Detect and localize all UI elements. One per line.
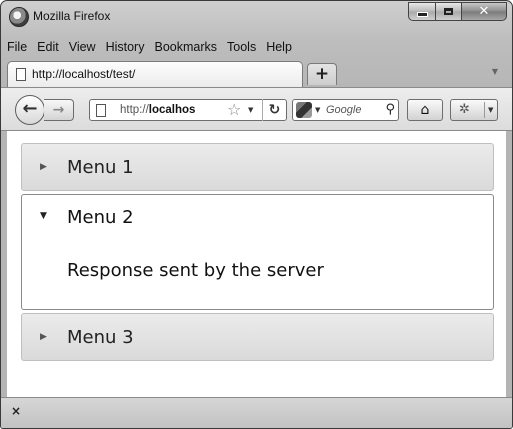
menu-bookmarks[interactable]: Bookmarks [149,37,222,57]
menu-help[interactable]: Help [261,37,297,57]
url-bar[interactable]: http://localhos ☆ ▼ ↻ [89,99,287,121]
site-identity-icon [96,104,106,117]
window-title: Mozilla Firefox [33,9,111,23]
triangle-right-icon: ▶ [40,162,47,172]
addon-gear-icon: ✲ [459,102,470,117]
accordion-header-menu-2[interactable]: ▼ Menu 2 [21,194,494,238]
tab-localhost[interactable]: http://localhost/test/ [7,61,303,87]
menu-bar: File Edit View History Bookmarks Tools H… [1,37,512,57]
window-controls: ✕ [408,2,507,24]
menu-edit[interactable]: Edit [32,37,64,57]
status-bar: × [1,397,512,428]
triangle-right-icon: ▶ [40,332,47,342]
menu-tools[interactable]: Tools [222,37,261,57]
menu-view[interactable]: View [64,37,101,57]
tab-list-chevron-down-icon[interactable]: ▼ [492,67,498,76]
arrow-right-icon: → [52,102,65,118]
minimize-icon [416,12,428,17]
back-button[interactable]: ← [15,95,45,125]
page-content: ▶ Menu 1 ▼ Menu 2 Response sent by the s… [7,131,506,397]
url-history-chevron-down-icon[interactable]: ▼ [248,106,253,114]
triangle-down-icon: ▼ [40,211,47,221]
home-button[interactable]: ⌂ [407,99,443,121]
close-window-button[interactable]: ✕ [461,2,507,21]
search-engine-chevron-down-icon[interactable]: ▼ [315,106,320,114]
navigation-toolbar: ← → http://localhos ☆ ▼ ↻ ▼ Google ⚲ ⌂ ✲… [1,87,512,131]
addon-divider [484,102,485,118]
close-icon: ✕ [478,4,490,19]
title-bar: Mozilla Firefox ✕ [1,1,512,35]
addon-button[interactable]: ✲ ▼ [450,99,498,121]
url-host: localhos [148,104,196,116]
page-icon [16,68,26,81]
search-input[interactable]: Google [326,104,380,116]
tab-strip: http://localhost/test/ + ▼ [1,59,512,87]
accordion-label: Menu 1 [67,157,134,178]
addon-chevron-down-icon[interactable]: ▼ [488,100,493,120]
arrow-left-icon: ← [22,98,38,119]
accordion-header-menu-3[interactable]: ▶ Menu 3 [21,313,494,361]
search-icon[interactable]: ⚲ [385,102,395,117]
accordion-label: Menu 2 [67,207,134,228]
home-icon: ⌂ [420,102,430,118]
accordion-panel-text: Response sent by the server [67,260,324,281]
accordion-header-menu-1[interactable]: ▶ Menu 1 [21,143,494,191]
accordion-label: Menu 3 [67,327,134,348]
new-tab-button[interactable]: + [307,63,337,85]
forward-button[interactable]: → [44,99,74,121]
close-status-bar-icon[interactable]: × [11,404,21,418]
bookmark-star-icon[interactable]: ☆ [227,100,241,119]
accordion-panel-menu-2: Response sent by the server [21,238,494,310]
firefox-logo-icon [9,7,29,27]
reload-button[interactable]: ↻ [262,99,286,121]
accordion: ▶ Menu 1 ▼ Menu 2 Response sent by the s… [21,143,494,364]
menu-history[interactable]: History [101,37,150,57]
maximize-icon [444,8,453,15]
search-bar[interactable]: ▼ Google ⚲ [292,99,399,121]
reload-icon: ↻ [268,102,281,118]
url-prefix: http:// [120,104,149,116]
browser-window: Mozilla Firefox ✕ File Edit View History… [0,0,513,429]
tab-title: http://localhost/test/ [32,67,136,81]
url-text[interactable]: http://localhos [120,104,230,116]
minimize-button[interactable] [408,2,435,21]
search-engine-icon[interactable] [296,102,312,118]
menu-file[interactable]: File [1,37,32,57]
maximize-button[interactable] [435,2,461,21]
